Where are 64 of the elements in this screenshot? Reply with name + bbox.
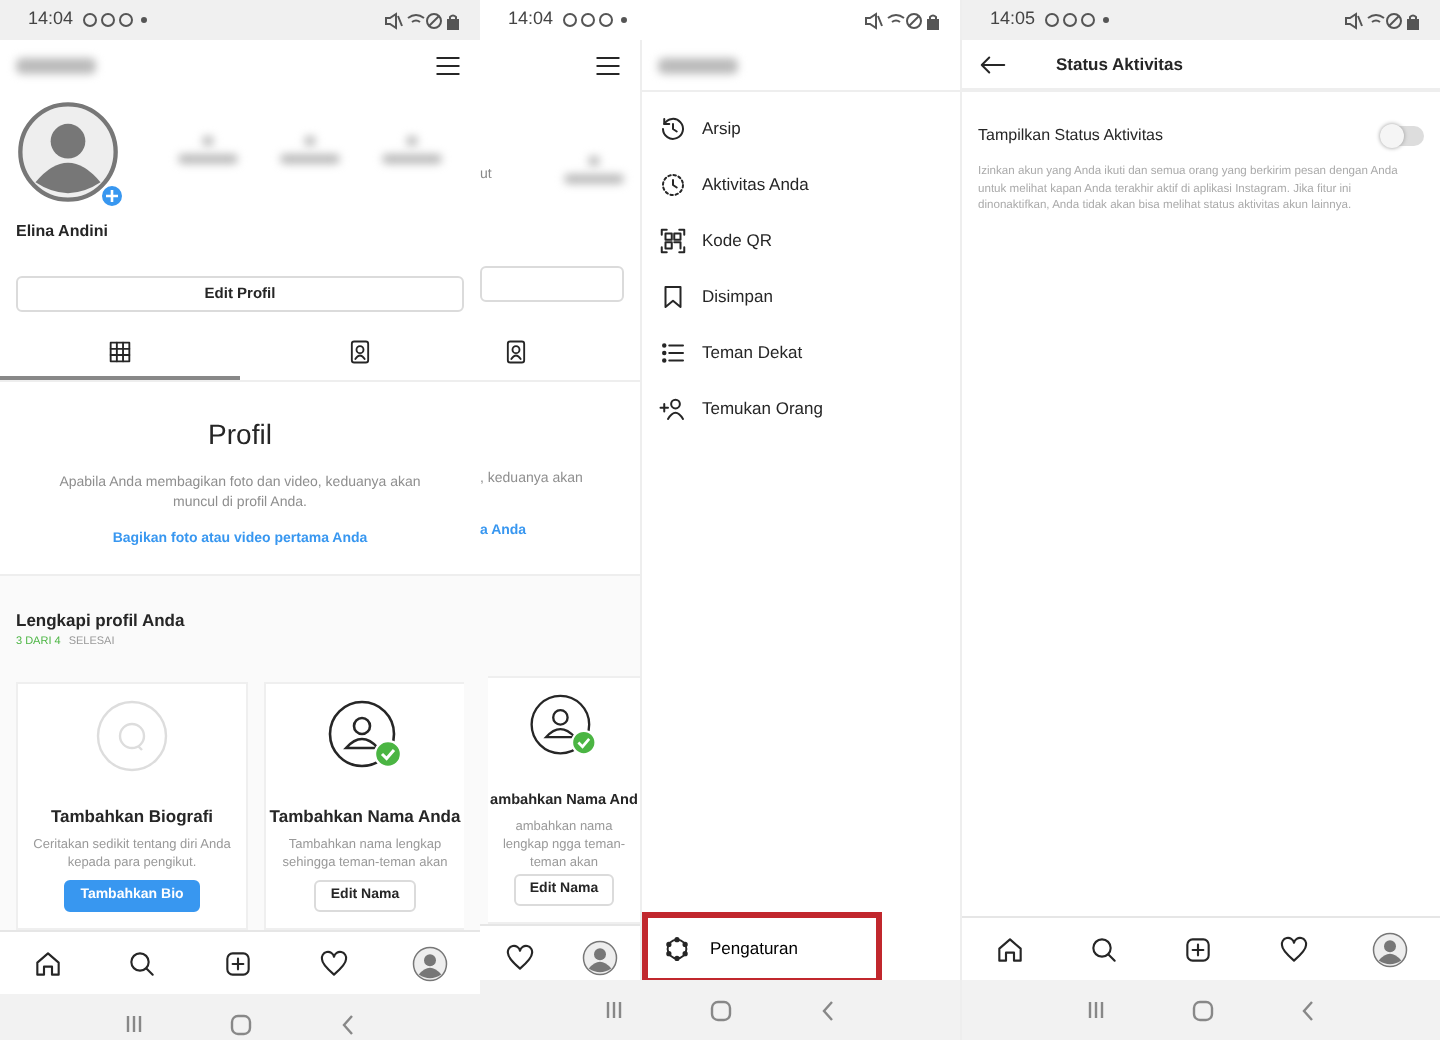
person-tag-icon xyxy=(346,337,374,365)
history-icon xyxy=(658,113,688,143)
status-time: 14:04 xyxy=(28,6,74,33)
home-icon[interactable] xyxy=(31,947,64,979)
blurred-username xyxy=(16,58,96,74)
list-icon xyxy=(658,337,688,367)
card-title: Tambahkan Biografi xyxy=(50,804,214,830)
search-icon[interactable] xyxy=(1088,933,1121,965)
back-icon[interactable] xyxy=(1300,999,1317,1021)
blurred-stat-label xyxy=(382,154,443,164)
plus-square-icon[interactable] xyxy=(1182,933,1215,965)
blurred-stat-count xyxy=(588,156,600,166)
system-status-icons xyxy=(864,11,940,29)
person-tag-icon xyxy=(502,337,530,365)
blurred-stat-label xyxy=(177,154,238,164)
profile-name: Elina Andini xyxy=(16,220,110,244)
add-badge-icon[interactable] xyxy=(100,184,124,208)
menu-item[interactable]: Teman Dekat xyxy=(642,324,960,380)
blurred-stat-count xyxy=(303,136,316,146)
menu-item[interactable]: Aktivitas Anda xyxy=(642,156,960,212)
home-button-icon[interactable] xyxy=(1191,999,1214,1021)
system-status-icons xyxy=(384,11,460,29)
menu-item[interactable]: Disimpan xyxy=(642,268,960,324)
back-icon[interactable] xyxy=(340,1013,357,1035)
menu-item[interactable]: Kode QR xyxy=(642,212,960,268)
add-person-icon xyxy=(658,393,688,423)
search-icon[interactable] xyxy=(126,947,159,979)
recent-apps-icon[interactable] xyxy=(603,1000,624,1020)
avatar-icon xyxy=(16,100,120,204)
speech-bubble-circle-icon xyxy=(96,700,168,772)
setting-label: Tampilkan Status Aktivitas xyxy=(978,124,1163,148)
home-button-icon[interactable] xyxy=(710,999,733,1021)
blurred-stat-label xyxy=(279,154,340,164)
recent-apps-icon[interactable] xyxy=(123,1014,144,1034)
heart-icon[interactable] xyxy=(1277,933,1310,965)
blurred-username xyxy=(658,57,738,73)
blurred-stat-count xyxy=(406,136,419,146)
grid-icon xyxy=(106,337,134,365)
toggle-switch[interactable] xyxy=(1380,126,1424,146)
profile-avatar-icon[interactable] xyxy=(581,939,617,975)
profile-avatar-icon[interactable] xyxy=(1372,931,1409,967)
settings-menu-item[interactable]: Pengaturan xyxy=(642,912,882,984)
screen-title: Status Aktivitas xyxy=(1056,51,1183,77)
home-button-icon[interactable] xyxy=(230,1013,253,1035)
recent-apps-icon[interactable] xyxy=(1085,1000,1106,1020)
card-title: Tambahkan Nama Anda xyxy=(269,804,461,830)
blurred-stat-label xyxy=(564,174,624,184)
status-time: 14:04 xyxy=(508,6,554,33)
system-status-icons xyxy=(1344,11,1420,29)
profile-avatar-icon[interactable] xyxy=(412,945,449,981)
plus-square-icon[interactable] xyxy=(221,947,254,979)
back-icon[interactable] xyxy=(820,999,837,1021)
dotted-clock-icon xyxy=(658,169,688,199)
home-icon[interactable] xyxy=(993,933,1026,965)
section-title: Lengkapi profil Anda xyxy=(16,608,187,634)
gear-icon xyxy=(662,933,692,963)
blurred-stat-count xyxy=(201,136,214,146)
empty-title: Profil xyxy=(208,416,272,454)
status-time: 14:05 xyxy=(990,6,1036,33)
heart-icon[interactable] xyxy=(503,941,535,973)
qr-code-icon xyxy=(658,225,688,255)
menu-item[interactable]: Arsip xyxy=(642,100,960,156)
menu-item[interactable]: Temukan Orang xyxy=(642,380,960,436)
heart-icon[interactable] xyxy=(317,947,350,979)
